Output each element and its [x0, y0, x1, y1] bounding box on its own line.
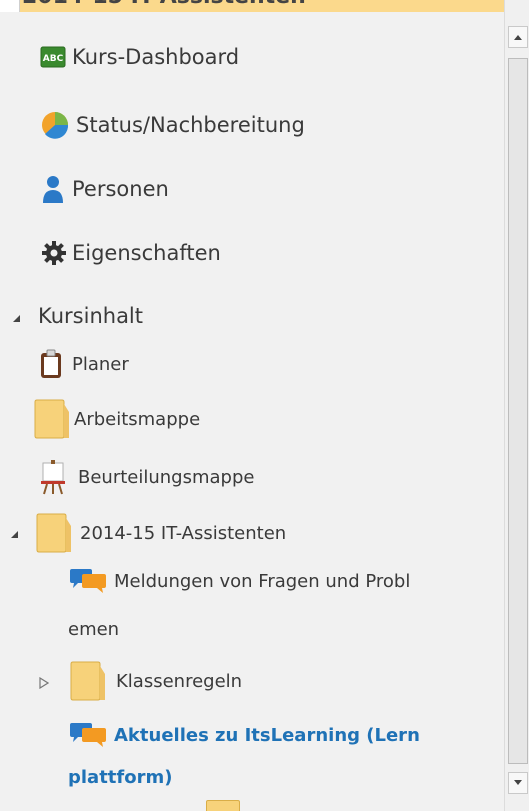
tree-item-label: 2014-15 IT-Assistenten	[80, 522, 287, 544]
clipboard-icon	[38, 348, 64, 380]
folder-icon	[34, 512, 74, 554]
tree-item-beurteilungsmappe[interactable]: Beurteilungsmappe	[36, 458, 254, 496]
person-icon	[40, 173, 66, 205]
tree-item-label-line2[interactable]: plattform)	[68, 760, 172, 796]
scroll-up-button[interactable]	[508, 26, 528, 48]
collapse-triangle-icon[interactable]	[10, 312, 22, 324]
tree-item-label: Beurteilungsmappe	[78, 466, 255, 488]
folder-icon	[68, 660, 108, 702]
tree-child-meldungen[interactable]: Meldungen von Fragen und Probl	[68, 568, 410, 594]
course-title[interactable]: 2014-15 IT-Assistenten	[22, 0, 306, 10]
menu-item-label: Eigenschaften	[72, 241, 221, 265]
tree-item-label-line1: Meldungen von Fragen und Probl	[114, 570, 411, 592]
tree-item-label: Klassenregeln	[116, 670, 243, 692]
section-label: Kursinhalt	[38, 304, 143, 328]
easel-icon	[36, 458, 70, 496]
tree-item-label-line2[interactable]: emen	[68, 612, 119, 648]
abc-dashboard-icon: ABC	[40, 44, 66, 70]
expand-triangle-icon[interactable]	[38, 677, 50, 689]
menu-item-personen[interactable]: Personen	[40, 173, 169, 205]
section-kursinhalt[interactable]: Kursinhalt	[38, 304, 143, 328]
tree-item-label: Planer	[72, 353, 129, 375]
tree-item-arbeitsmappe[interactable]: Arbeitsmappe	[32, 398, 200, 440]
folder-icon	[32, 398, 72, 440]
pie-chart-icon	[40, 110, 70, 140]
scroll-thumb[interactable]	[508, 58, 528, 764]
menu-item-eigenschaften[interactable]: Eigenschaften	[40, 238, 221, 268]
tree-item-course-folder[interactable]: 2014-15 IT-Assistenten	[34, 512, 286, 554]
course-navigation-panel: 2014-15 IT-Assistenten ABC Kurs-Dashboar…	[0, 0, 504, 811]
gear-icon	[40, 238, 68, 268]
tree-item-label: Arbeitsmappe	[74, 408, 201, 430]
menu-item-label: Kurs-Dashboard	[72, 45, 240, 69]
course-header-strip: 2014-15 IT-Assistenten	[0, 0, 504, 12]
menu-item-label: Personen	[72, 177, 169, 201]
discussion-icon	[68, 722, 108, 748]
menu-item-label: Status/Nachbereitung	[76, 113, 305, 137]
tree-item-planer[interactable]: Planer	[38, 348, 129, 380]
arrow-down-icon	[514, 780, 522, 785]
discussion-icon	[68, 568, 108, 594]
svg-text:ABC: ABC	[43, 54, 64, 64]
vertical-scrollbar[interactable]	[504, 0, 529, 811]
header-icon-box	[0, 0, 20, 12]
menu-item-kurs-dashboard[interactable]: ABC Kurs-Dashboard	[40, 44, 239, 70]
arrow-up-icon	[514, 35, 522, 40]
collapse-triangle-icon[interactable]	[8, 528, 20, 540]
scroll-down-button[interactable]	[508, 772, 528, 794]
tree-child-aktuelles[interactable]: Aktuelles zu ItsLearning (Lern	[68, 722, 420, 748]
menu-item-status[interactable]: Status/Nachbereitung	[40, 110, 305, 140]
tree-item-label-line1: Aktuelles zu ItsLearning (Lern	[114, 724, 420, 746]
tree-child-klassenregeln[interactable]: Klassenregeln	[68, 660, 242, 702]
folder-icon	[206, 800, 240, 811]
